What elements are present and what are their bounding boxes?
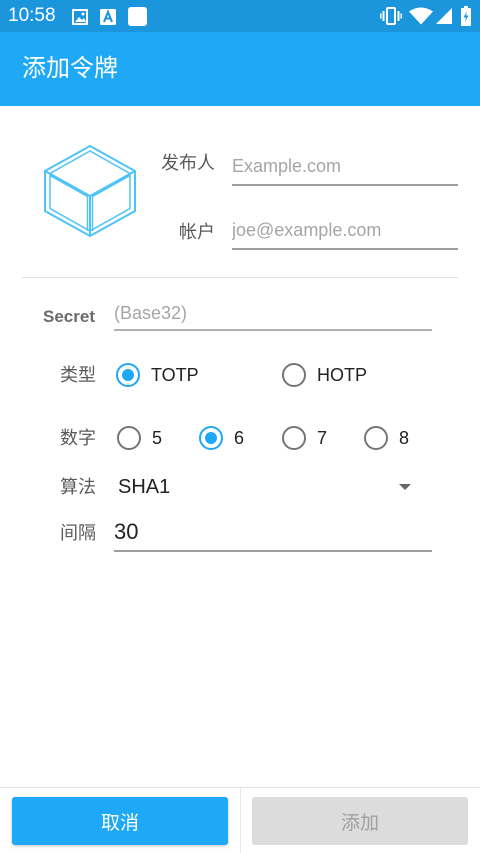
interval-input[interactable]: [114, 514, 432, 552]
wifi-icon: [409, 7, 433, 25]
cell-signal-icon: [436, 8, 452, 24]
radio-label: HOTP: [317, 364, 368, 385]
radio-digits-6[interactable]: 6: [199, 424, 244, 452]
radio-hotp[interactable]: HOTP: [282, 361, 367, 389]
add-button[interactable]: 添加: [252, 797, 468, 845]
type-label: 类型: [60, 365, 96, 385]
algorithm-selected-value: SHA1: [118, 476, 171, 498]
issuer-label: 发布人: [161, 153, 215, 173]
account-input[interactable]: [232, 212, 458, 250]
radio-dot: [204, 431, 217, 444]
radio-dot: [121, 368, 134, 381]
radio-totp[interactable]: TOTP: [116, 361, 199, 389]
radio-button[interactable]: [282, 426, 306, 450]
section-divider: [22, 277, 458, 278]
radio-digits-8[interactable]: 8: [364, 424, 409, 452]
toolbar: 添加令牌: [0, 32, 480, 106]
radio-label: TOTP: [151, 364, 199, 385]
status-time: 10:58: [8, 5, 56, 26]
algorithm-label: 算法: [60, 477, 96, 497]
radio-button[interactable]: [282, 363, 306, 387]
secret-input[interactable]: [114, 298, 432, 331]
radio-button[interactable]: [199, 426, 223, 450]
gallery-notification-icon: [72, 9, 88, 25]
radio-button[interactable]: [117, 426, 141, 450]
app-notification-icon: [128, 7, 147, 26]
page-title: 添加令牌: [22, 55, 118, 82]
digits-label: 数字: [60, 428, 96, 448]
dropdown-arrow-icon[interactable]: [399, 484, 411, 490]
button-bar-divider: [240, 787, 241, 853]
algorithm-dropdown[interactable]: SHA1: [114, 470, 418, 504]
status-bar: 10:58: [0, 0, 480, 32]
radio-label: 5: [152, 427, 163, 448]
radio-digits-7[interactable]: 7: [282, 424, 327, 452]
radio-button[interactable]: [116, 363, 140, 387]
radio-label: 6: [234, 427, 245, 448]
cancel-button[interactable]: 取消: [12, 797, 228, 845]
radio-button[interactable]: [364, 426, 388, 450]
account-label: 帐户: [179, 222, 215, 242]
interval-label: 间隔: [60, 523, 96, 543]
issuer-input[interactable]: [232, 148, 458, 186]
battery-charging-icon: [461, 6, 471, 26]
secret-label: Secret: [43, 307, 95, 326]
cube-icon[interactable]: [44, 145, 136, 237]
radio-label: 7: [317, 427, 328, 448]
radio-label: 8: [399, 427, 410, 448]
vibrate-icon: [380, 7, 402, 25]
a-notification-icon: [100, 9, 116, 25]
radio-digits-5[interactable]: 5: [117, 424, 162, 452]
